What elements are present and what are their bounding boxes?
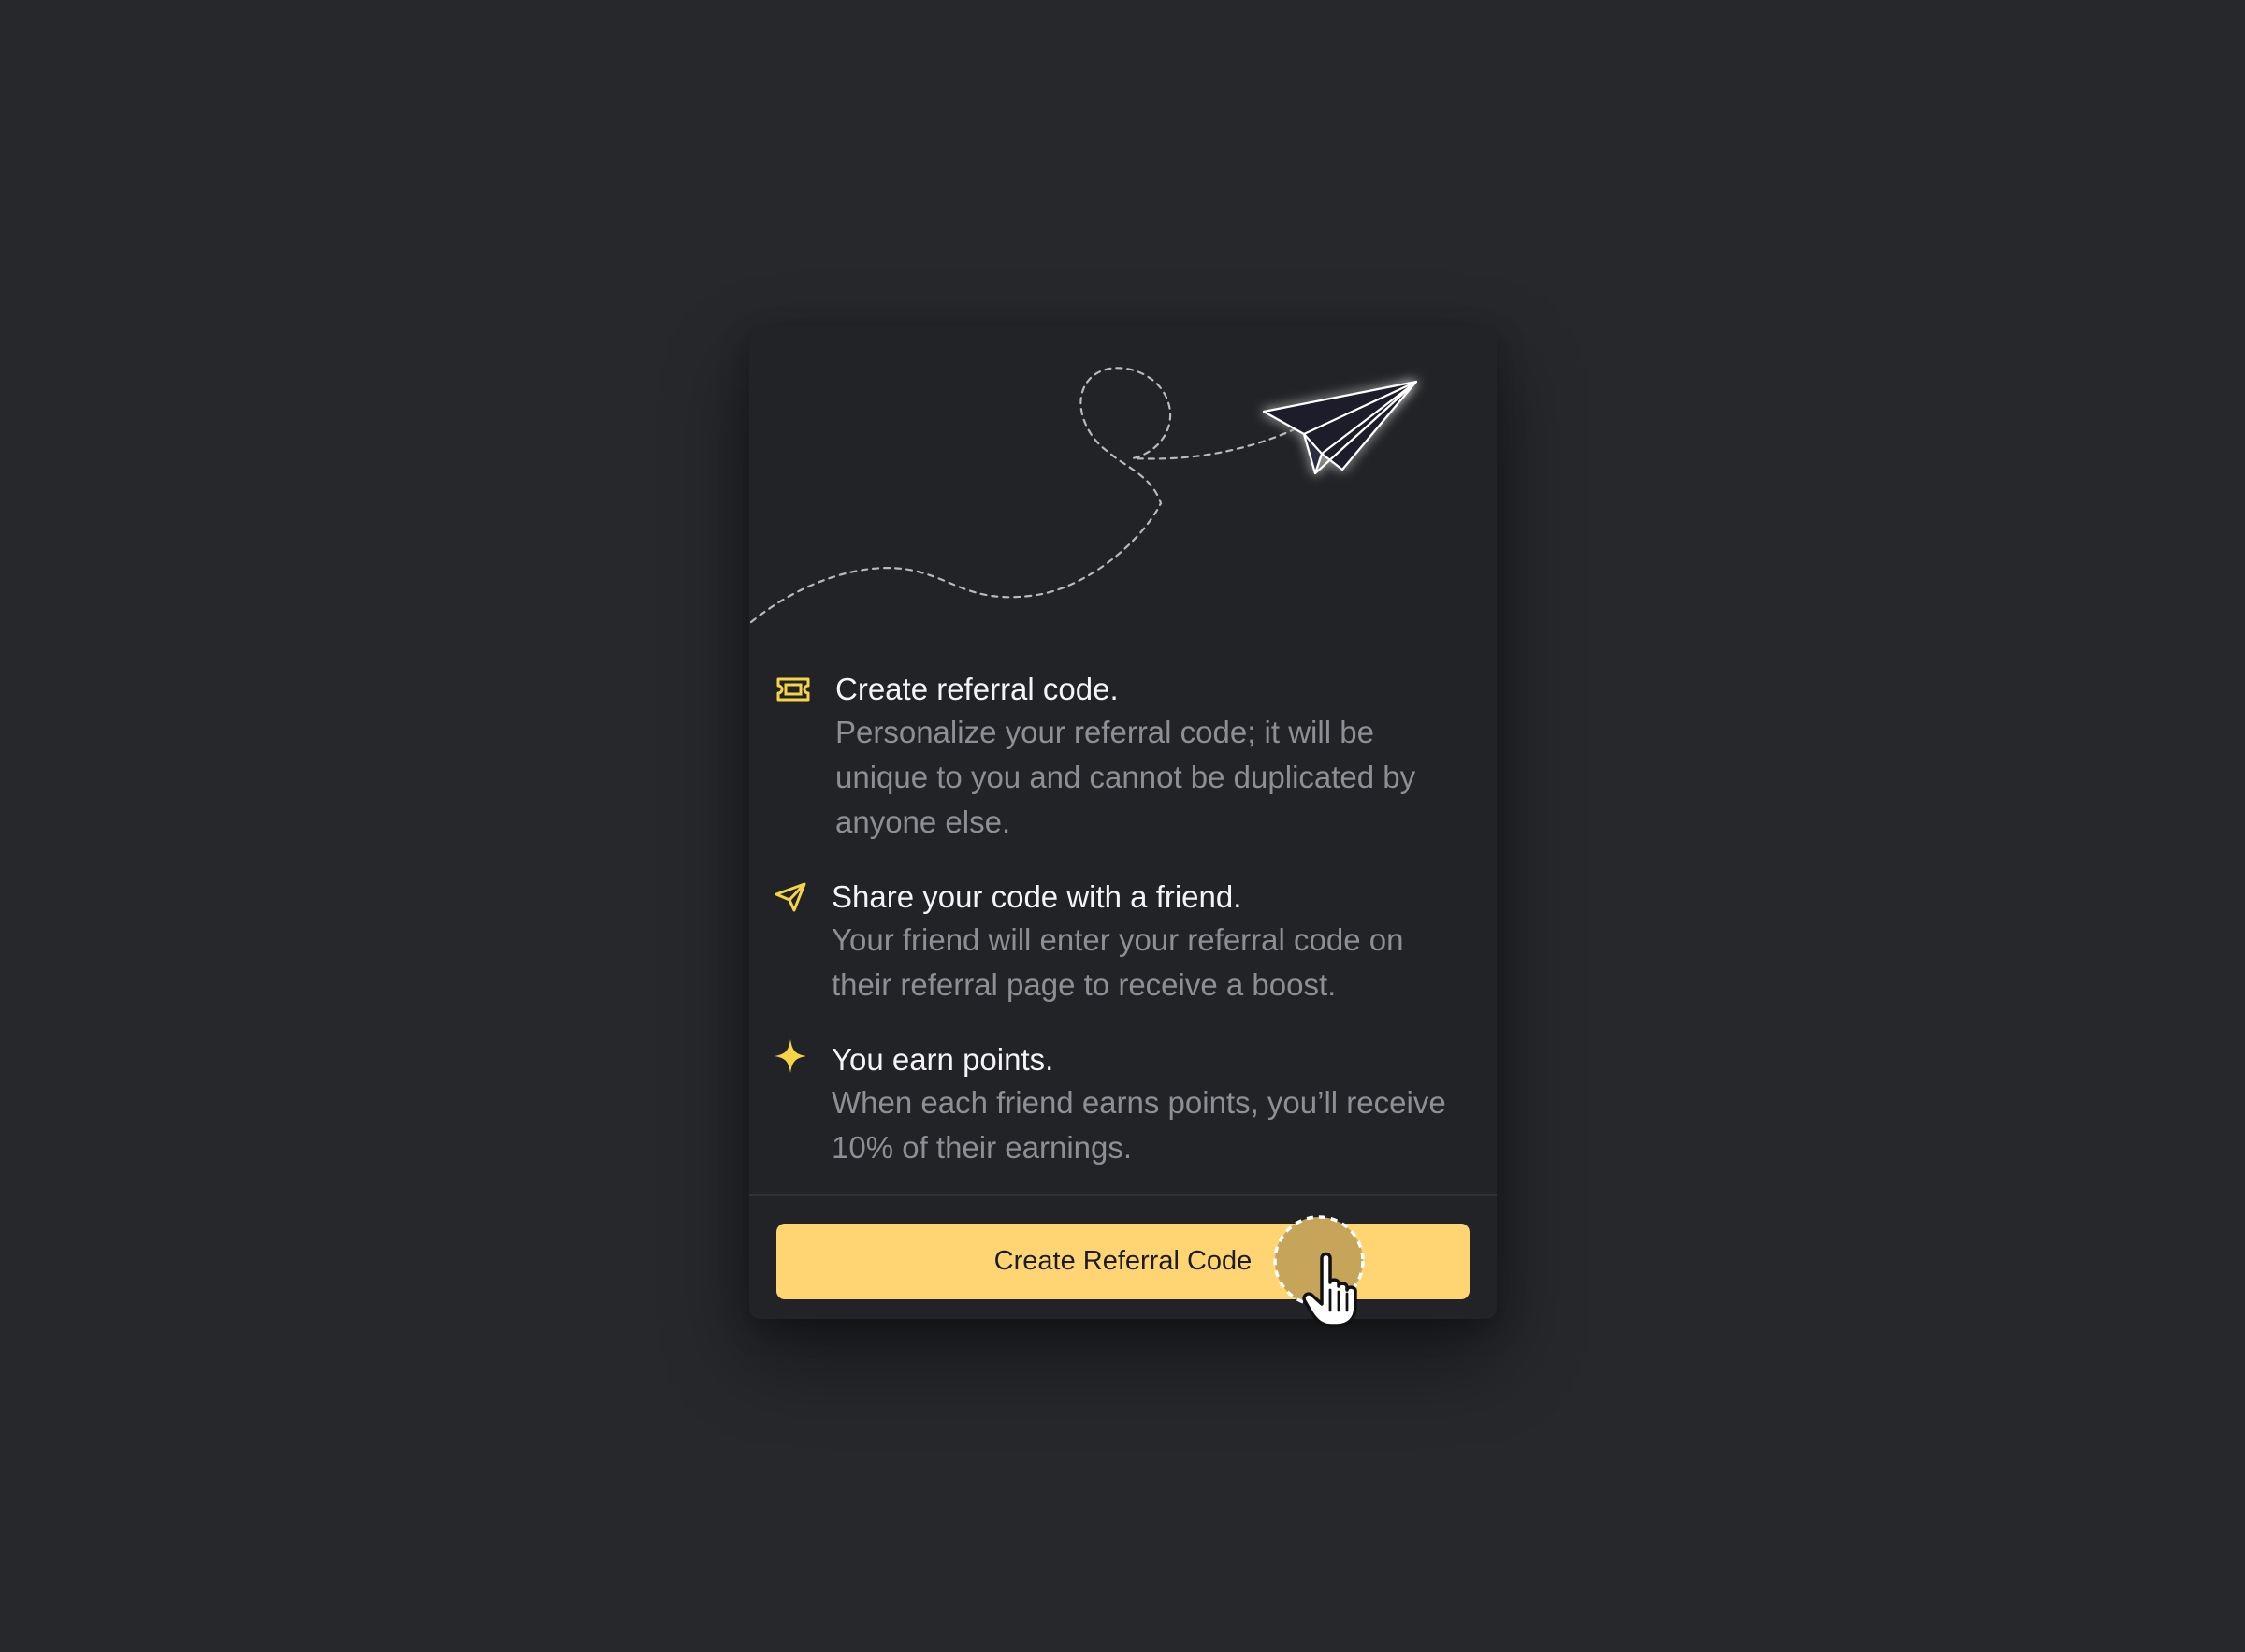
sparkle-icon <box>772 1037 809 1075</box>
create-referral-code-button[interactable]: Create Referral Code <box>776 1224 1470 1299</box>
divider <box>749 1194 1497 1196</box>
step-description: When each friend earns points, you’ll re… <box>832 1085 1446 1165</box>
step-description: Your friend will enter your referral cod… <box>832 922 1404 1002</box>
step-description: Personalize your referral code; it will … <box>835 715 1416 839</box>
ticket-icon <box>775 671 812 708</box>
paper-plane-illustration <box>749 367 1418 624</box>
paper-plane-icon <box>1262 380 1418 475</box>
step-title: Create referral code. <box>835 672 1119 706</box>
page-background: Create referral code. Personalize your r… <box>0 0 2245 1652</box>
paper-plane-icon <box>772 878 809 916</box>
step-title: You earn points. <box>832 1042 1054 1077</box>
step-title: Share your code with a friend. <box>832 879 1242 914</box>
referral-card: Create referral code. Personalize your r… <box>749 326 1497 1319</box>
flight-path-line <box>749 367 1298 624</box>
button-label: Create Referral Code <box>993 1246 1253 1276</box>
